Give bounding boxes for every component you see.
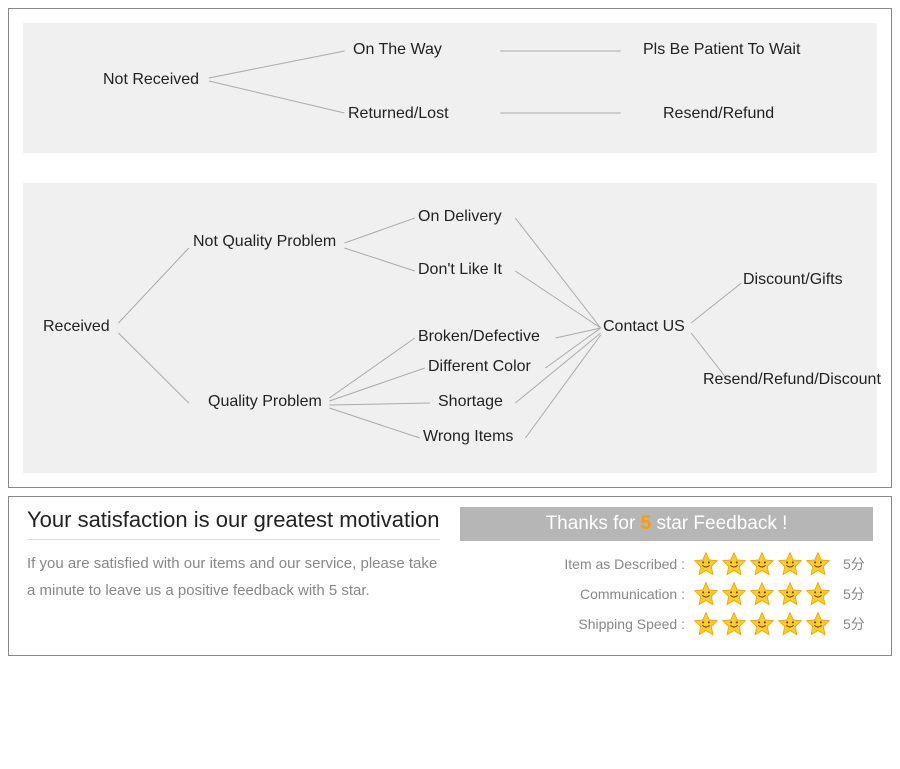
node-shortage: Shortage [438, 393, 503, 411]
star-icon [777, 551, 803, 577]
flow-diagram-box: Not Received On The Way Returned/Lost Pl… [8, 8, 892, 488]
node-on-delivery: On Delivery [418, 208, 502, 226]
node-wrong-items: Wrong Items [423, 428, 513, 446]
node-resend-refund-discount: Resend/Refund/Discount [703, 371, 881, 389]
rating-row: Item as Described : 5分 [460, 551, 873, 577]
node-pls-wait: Pls Be Patient To Wait [643, 41, 800, 59]
node-different-color: Different Color [428, 358, 531, 376]
rating-stars [693, 581, 831, 607]
not-received-panel: Not Received On The Way Returned/Lost Pl… [23, 23, 877, 153]
star-icon [693, 611, 719, 637]
star-icon [777, 611, 803, 637]
star-icon [693, 581, 719, 607]
rating-score: 5分 [843, 614, 873, 634]
rating-row: Shipping Speed : 5分 [460, 611, 873, 637]
thanks-prefix: Thanks for [546, 513, 641, 534]
rating-label: Communication : [535, 586, 685, 602]
rating-label: Item as Described : [535, 556, 685, 572]
thanks-five: 5 [641, 513, 652, 534]
star-icon [805, 551, 831, 577]
star-icon [805, 581, 831, 607]
rating-score: 5分 [843, 554, 873, 574]
node-dont-like-it: Don't Like It [418, 261, 502, 279]
node-on-the-way: On The Way [353, 41, 442, 59]
star-icon [693, 551, 719, 577]
node-broken-defective: Broken/Defective [418, 328, 540, 346]
star-icon [777, 581, 803, 607]
star-icon [749, 551, 775, 577]
feedback-title: Your satisfaction is our greatest motiva… [27, 507, 440, 540]
node-resend-refund: Resend/Refund [663, 105, 774, 123]
star-icon [749, 581, 775, 607]
rating-stars [693, 611, 831, 637]
star-icon [721, 551, 747, 577]
node-quality-problem: Quality Problem [208, 393, 322, 411]
thanks-suffix: star Feedback ! [651, 513, 787, 534]
node-returned-lost: Returned/Lost [348, 105, 449, 123]
rating-label: Shipping Speed : [535, 616, 685, 632]
feedback-box: Your satisfaction is our greatest motiva… [8, 496, 892, 656]
feedback-body: If you are satisfied with our items and … [27, 550, 440, 604]
star-icon [805, 611, 831, 637]
rating-score: 5分 [843, 584, 873, 604]
node-received: Received [43, 318, 110, 336]
star-icon [721, 611, 747, 637]
rating-stars [693, 551, 831, 577]
node-not-quality-problem: Not Quality Problem [193, 233, 336, 251]
node-contact-us: Contact US [603, 318, 685, 336]
thanks-bar: Thanks for 5 star Feedback ! [460, 507, 873, 541]
star-icon [721, 581, 747, 607]
received-panel: Received Not Quality Problem Quality Pro… [23, 183, 877, 473]
ratings-list: Item as Described :5分Communication :5分Sh… [460, 551, 873, 637]
node-discount-gifts: Discount/Gifts [743, 271, 843, 289]
star-icon [749, 611, 775, 637]
node-not-received: Not Received [103, 71, 199, 89]
rating-row: Communication : 5分 [460, 581, 873, 607]
